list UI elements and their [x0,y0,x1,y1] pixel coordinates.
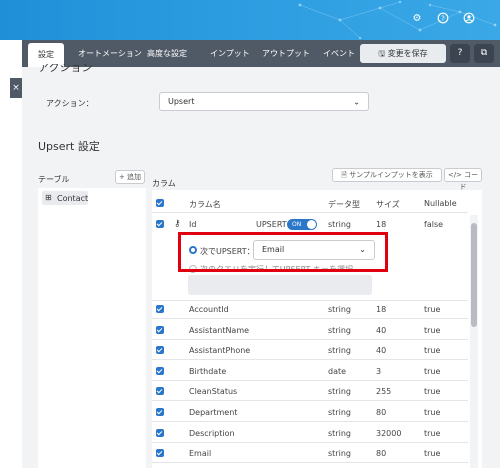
column-nullable: true [424,346,441,355]
svg-text:?: ? [441,15,445,23]
row-checkbox[interactable] [156,346,164,354]
column-nullable: true [424,305,441,314]
column-nullable: true [424,326,441,335]
row-checkbox[interactable] [156,305,164,313]
column-header-type: データ型 [328,200,360,209]
row-checkbox[interactable] [156,387,164,395]
column-header-name: カラム名 [189,200,221,209]
table-icon: ⊞ [45,193,52,202]
action-section-title: アクション [38,64,93,74]
chevron-down-icon: ⌄ [353,97,360,106]
upsert-toggle[interactable]: ON [287,219,317,230]
scrollbar-thumb[interactable] [471,223,477,327]
upsert-label: UPSERT [256,220,287,229]
row-checkbox[interactable] [156,429,164,437]
column-size: 40 [376,346,387,355]
column-size: 80 [376,449,387,458]
upsert-settings-title: Upsert 設定 [38,140,100,153]
column-nullable: true [424,387,441,396]
help-icon[interactable]: ? [436,12,450,26]
column-type: string [328,326,351,335]
column-name: AssistantPhone [189,346,251,355]
row-checkbox[interactable] [156,449,164,457]
column-header-size: サイズ [376,200,400,209]
column-name: AssistantName [189,326,250,335]
column-label: カラム [152,179,176,188]
help-icon: ? [457,48,463,58]
column-name-id: Id [189,220,197,229]
row-checkbox-id[interactable] [156,220,164,228]
external-link-icon: ⧉ [480,48,488,58]
column-type: string [328,408,351,417]
column-type: string [328,346,351,355]
show-sample-input-button[interactable]: 🗎 サンプルインプットを表示 [332,168,442,182]
column-size: 18 [376,305,387,314]
column-nullable: true [424,408,441,417]
code-button[interactable]: </> コード [444,168,482,191]
table-list-item-contact[interactable]: ⊞ Contact [42,191,88,205]
query-textarea[interactable] [188,275,372,295]
key-icon: ⚷ [174,219,181,229]
column-name: CleanStatus [189,387,238,396]
column-size: 3 [376,367,382,376]
table-list-panel [38,188,146,468]
tab-automation[interactable]: オートメーション [78,40,142,67]
tab-input[interactable]: インプット [210,40,250,67]
gear-icon[interactable]: ⚙ [410,12,424,26]
row-checkbox[interactable] [156,326,164,334]
column-type: string [328,305,351,314]
column-type: string [328,387,351,396]
table-label: テーブル [38,175,70,184]
column-type: string [328,449,351,458]
close-panel-button[interactable]: × [10,78,22,98]
external-link-button[interactable]: ⧉ [474,44,494,63]
highlight-box [178,232,388,272]
help-button[interactable]: ? [450,44,470,63]
column-nullable: true [424,449,441,458]
close-icon: × [12,83,20,93]
row-checkbox[interactable] [156,367,164,375]
save-changes-button[interactable]: 🖫 変更を保存 [360,44,446,63]
column-type: string [328,429,351,438]
column-header-nullable: Nullable [424,199,457,208]
column-name: AccountId [189,305,229,314]
row-checkbox[interactable] [156,408,164,416]
network-background-graphic [298,0,497,40]
column-size: 80 [376,408,387,417]
column-size: 40 [376,326,387,335]
left-sidebar [0,67,22,468]
top-header-bar: ⚙ ? [0,0,500,40]
column-size: 255 [376,387,392,396]
document-icon: 🗎 [341,171,347,179]
save-icon: 🖫 [378,49,386,58]
tab-advanced-settings[interactable]: 高度な設定 [147,40,187,67]
column-name: Birthdate [189,367,227,376]
column-name: Department [189,408,238,417]
column-type: date [328,367,347,376]
column-nullable: true [424,429,441,438]
column-name: Email [189,449,212,458]
column-size: 32000 [376,429,402,438]
column-name: Description [189,429,235,438]
add-table-button[interactable]: + 追加 [115,170,145,184]
action-label: アクション： [46,99,94,108]
tab-output[interactable]: アウトプット [262,40,310,67]
user-icon[interactable] [462,12,476,26]
column-nullable: true [424,367,441,376]
tab-events[interactable]: イベント [323,40,355,67]
action-select[interactable]: Upsert ⌄ [159,92,369,111]
select-all-checkbox[interactable] [156,199,164,207]
